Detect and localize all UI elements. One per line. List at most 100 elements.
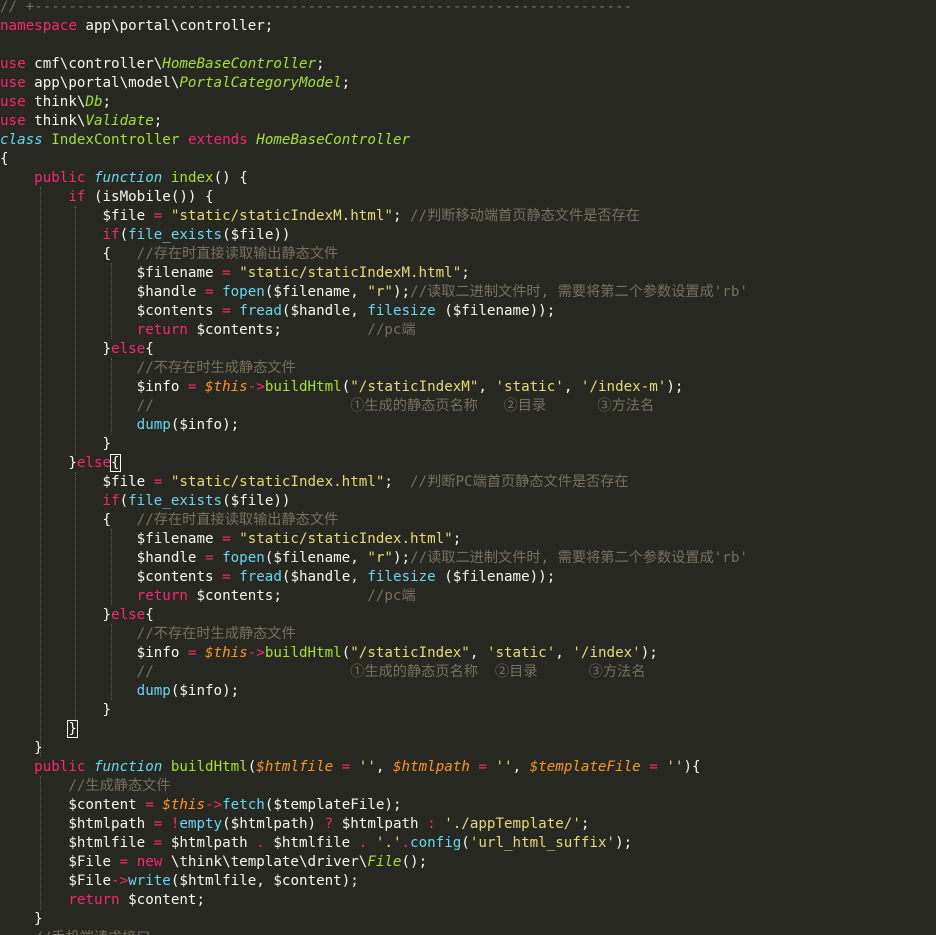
code-line[interactable]: $handle = fopen($filename, "r");//读取二进制文… — [0, 283, 936, 302]
code-token: $content; — [119, 892, 206, 908]
code-line[interactable]: return $contents; //pc端 — [0, 587, 936, 606]
code-token: $contents; — [187, 322, 368, 338]
code-token: = — [222, 569, 231, 585]
code-token: Db — [85, 94, 103, 110]
code-line[interactable]: { //存在时直接读取输出静态文件 — [0, 511, 936, 530]
code-line[interactable]: dump($info); — [0, 416, 936, 435]
code-line[interactable]: } — [0, 701, 936, 720]
code-line[interactable]: //生成静态文件 — [0, 777, 936, 796]
code-line[interactable]: return $content; — [0, 891, 936, 910]
code-line[interactable]: use think\Validate; — [0, 112, 936, 131]
code-line[interactable]: $info = $this->buildHtml("/staticIndex",… — [0, 644, 936, 663]
code-token: $htmlpath — [162, 835, 257, 851]
code-line[interactable]: // ①生成的静态页名称 ②目录 ③方法名 — [0, 397, 936, 416]
code-token: = — [222, 531, 231, 547]
code-line[interactable]: $content = $this->fetch($templateFile); — [0, 796, 936, 815]
code-line[interactable]: } — [0, 739, 936, 758]
code-line[interactable]: //不存在时生成静态文件 — [0, 625, 936, 644]
code-line[interactable]: use app\portal\model\PortalCategoryModel… — [0, 74, 936, 93]
code-token: PortalCategoryModel — [179, 75, 342, 91]
code-token: { — [110, 454, 121, 472]
code-line[interactable]: $file = "static/staticIndex.html"; //判断P… — [0, 473, 936, 492]
code-token: (); — [401, 854, 428, 870]
code-line[interactable]: use cmf\controller\HomeBaseController; — [0, 55, 936, 74]
code-line[interactable]: { — [0, 150, 936, 169]
code-token: else — [111, 607, 146, 623]
code-line[interactable]: { //存在时直接读取输出静态文件 — [0, 245, 936, 264]
code-line[interactable]: $htmlfile = $htmlpath . $htmlfile . '.'.… — [0, 834, 936, 853]
code-token: filesize — [367, 569, 436, 585]
code-line[interactable]: //手机端请求接口 — [0, 929, 936, 935]
code-line[interactable]: $filename = "static/staticIndexM.html"; — [0, 264, 936, 283]
code-token: return — [136, 588, 188, 604]
code-line[interactable]: $contents = fread($handle, filesize ($fi… — [0, 302, 936, 321]
code-token: buildHtml — [264, 379, 342, 395]
code-token: "/staticIndex" — [350, 645, 470, 661]
code-token: IndexController — [42, 132, 188, 148]
code-line[interactable]: $info = $this->buildHtml("/staticIndexM"… — [0, 378, 936, 397]
code-token: fread — [239, 303, 282, 319]
code-line[interactable]: } — [0, 910, 936, 929]
code-line[interactable]: class IndexController extends HomeBaseCo… — [0, 131, 936, 150]
code-line[interactable]: public function index() { — [0, 169, 936, 188]
code-line[interactable]: $contents = fread($handle, filesize ($fi… — [0, 568, 936, 587]
code-line[interactable]: if(file_exists($file)) — [0, 226, 936, 245]
code-line[interactable]: //不存在时生成静态文件 — [0, 359, 936, 378]
code-line[interactable]: // +------------------------------------… — [0, 0, 936, 17]
code-line[interactable]: $filename = "static/staticIndex.html"; — [0, 530, 936, 549]
code-line[interactable]: }else{ — [0, 340, 936, 359]
code-token: $htmlpath — [392, 759, 470, 775]
code-comment: //生成静态文件 — [68, 778, 171, 794]
code-line[interactable]: $handle = fopen($filename, "r");//读取二进制文… — [0, 549, 936, 568]
code-line[interactable]: } — [0, 435, 936, 454]
code-line[interactable]: }else{ — [0, 606, 936, 625]
code-line[interactable]: } — [0, 720, 936, 739]
code-token: ($templateFile); — [264, 797, 402, 813]
code-editor[interactable]: // +------------------------------------… — [0, 0, 936, 935]
code-line[interactable]: $File = new \think\template\driver\File(… — [0, 853, 936, 872]
code-token: if — [68, 189, 86, 205]
code-token: "r" — [367, 550, 393, 566]
code-line[interactable]: $File->write($htmlfile, $content); — [0, 872, 936, 891]
code-token: "static/staticIndex.html" — [239, 531, 453, 547]
code-comment: // ①生成的静态页名称 ②目录 ③方法名 — [136, 398, 655, 414]
code-token: ($handle, — [281, 569, 368, 585]
code-token: ; — [316, 56, 325, 72]
code-token: ); — [666, 379, 684, 395]
code-token: $filename — [0, 265, 223, 281]
code-line[interactable]: dump($info); — [0, 682, 936, 701]
code-token: $file — [0, 474, 154, 490]
code-line[interactable]: $file = "static/staticIndexM.html"; //判断… — [0, 207, 936, 226]
code-token: empty — [179, 816, 223, 832]
code-line[interactable]: }else{ — [0, 454, 936, 473]
code-comment: // ①生成的静态页名称 ②目录 ③方法名 — [136, 664, 646, 680]
code-token: $htmlfile — [264, 835, 359, 851]
code-token: ($filename, — [264, 550, 368, 566]
code-token: $file — [0, 208, 154, 224]
code-token: ; — [461, 265, 470, 281]
code-line[interactable] — [0, 36, 936, 55]
code-token: ($htmlfile, $content); — [170, 873, 359, 889]
code-line[interactable]: use think\Db; — [0, 93, 936, 112]
code-line[interactable]: if(file_exists($file)) — [0, 492, 936, 511]
code-line[interactable]: public function buildHtml($htmlfile = ''… — [0, 758, 936, 777]
code-line[interactable]: return $contents; //pc端 — [0, 321, 936, 340]
code-line[interactable]: // ①生成的静态页名称 ②目录 ③方法名 — [0, 663, 936, 682]
code-line[interactable]: if (isMobile()) { — [0, 188, 936, 207]
code-line[interactable]: $htmlpath = !empty($htmlpath) ? $htmlpat… — [0, 815, 936, 834]
code-token: '.' — [375, 835, 402, 851]
code-token: = — [153, 816, 163, 832]
code-token: } — [67, 720, 78, 738]
code-line[interactable]: namespace app\portal\controller; — [0, 17, 936, 36]
